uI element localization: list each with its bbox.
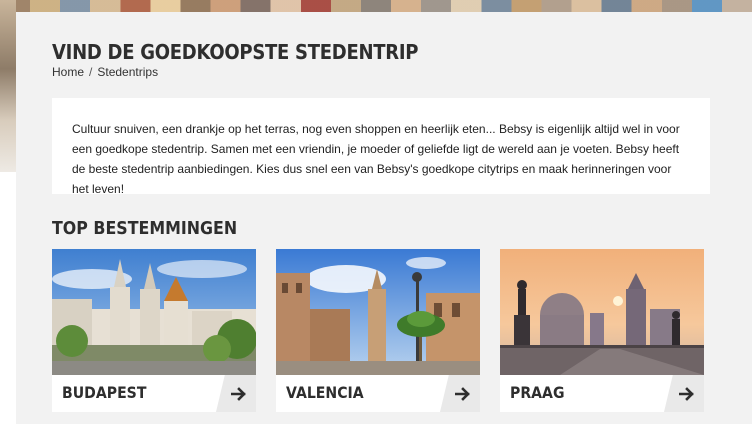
card-label-bar: VALENCIA <box>276 375 480 412</box>
budapest-photo <box>52 249 256 375</box>
card-label-bar: BUDAPEST <box>52 375 256 412</box>
praag-photo <box>500 249 704 375</box>
intro-text-box: Cultuur snuiven, een drankje op het terr… <box>52 98 710 196</box>
destination-card-budapest[interactable]: BUDAPEST <box>52 249 256 412</box>
breadcrumb-separator: / <box>89 65 93 79</box>
arrow-right-icon[interactable] <box>664 375 704 412</box>
card-city-name: PRAAG <box>510 383 565 402</box>
breadcrumb-home-link[interactable]: Home <box>52 65 84 79</box>
valencia-photo <box>276 249 480 375</box>
card-label-bar: PRAAG <box>500 375 704 412</box>
arrow-right-icon[interactable] <box>216 375 256 412</box>
card-city-name: VALENCIA <box>286 383 364 402</box>
intro-text: Cultuur snuiven, een drankje op het terr… <box>72 122 680 196</box>
breadcrumb: Home / Stedentrips <box>52 65 158 79</box>
page-title: VIND DE GOEDKOOPSTE STEDENTRIP <box>52 40 419 64</box>
breadcrumb-current: Stedentrips <box>97 65 159 79</box>
card-city-name: BUDAPEST <box>62 383 147 402</box>
arrow-right-icon[interactable] <box>440 375 480 412</box>
destination-card-valencia[interactable]: VALENCIA <box>276 249 480 412</box>
top-destinations-heading: TOP BESTEMMINGEN <box>52 218 238 239</box>
destination-card-praag[interactable]: PRAAG <box>500 249 704 412</box>
